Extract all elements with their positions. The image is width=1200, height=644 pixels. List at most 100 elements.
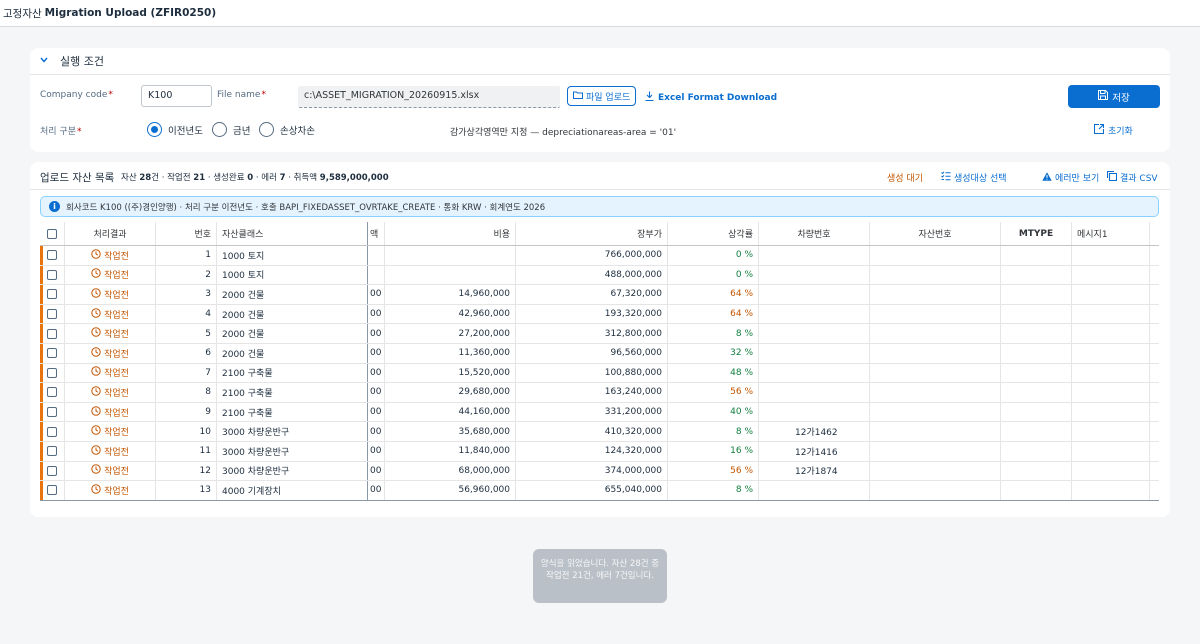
company-code-label: Company code* <box>40 90 113 100</box>
table-row[interactable]: 작업전 6 2000 건물 00 11,360,000 96,560,000 32 % <box>40 343 1159 364</box>
toast-message: 양식을 읽었습니다. 자산 28건 중 작업전 21건, 에러 7건입니다. <box>533 549 667 603</box>
folder-icon <box>573 91 583 102</box>
table-row[interactable]: 작업전 13 4000 기계장치 00 56,960,000 655,040,000 8 % <box>40 481 1159 501</box>
conditions-header[interactable]: 실행 조건 <box>30 48 1170 75</box>
col-msg[interactable]: 메시지1 <box>1072 222 1150 245</box>
cell-cost: 56,960,000 <box>385 481 516 500</box>
col-mtype[interactable]: MTYPE <box>1001 222 1072 245</box>
table-row[interactable]: 작업전 8 2100 구축물 00 29,680,000 163,240,000 56 % <box>40 383 1159 403</box>
table-row[interactable]: 작업전 4 2000 건물 00 42,960,000 193,320,000 64 % <box>40 304 1159 325</box>
table-body: 작업전 1 1000 토지 766,000,000 0 % 작업전 2 1000 토지 488,… <box>40 246 1159 501</box>
cell-book: 124,320,000 <box>516 441 668 461</box>
row-checkbox[interactable] <box>47 309 57 320</box>
cell-cost: 35,680,000 <box>385 422 516 441</box>
cell-cost: 68,000,000 <box>385 461 516 481</box>
cell-cost: 44,160,000 <box>385 402 516 422</box>
cell-asset-no <box>870 441 1001 461</box>
pending-creation-link[interactable]: 생성 대기 <box>887 171 923 184</box>
row-select-cell <box>40 363 65 383</box>
save-button[interactable]: 저장 <box>1068 85 1160 108</box>
radio-current-year[interactable]: 금년 <box>212 122 250 137</box>
table-row[interactable]: 작업전 9 2100 구축물 00 44,160,000 331,200,000 40 % <box>40 402 1159 423</box>
col-book[interactable]: 장부가 <box>516 222 668 245</box>
table-row[interactable]: 작업전 10 3000 차량운반구 00 35,680,000 410,320,000 8 … <box>40 422 1159 442</box>
table-row[interactable]: 작업전 5 2000 건물 00 27,200,000 312,800,000 8 % <box>40 324 1159 344</box>
cell-class: 2000 건물 <box>217 343 368 363</box>
cell-rate: 16 % <box>668 441 759 461</box>
cell-rate: 56 % <box>668 383 759 402</box>
row-checkbox[interactable] <box>47 328 57 339</box>
cell-msg <box>1072 343 1150 363</box>
select-targets-button[interactable]: 생성대상 선택 <box>941 171 1007 184</box>
row-checkbox[interactable] <box>47 465 57 476</box>
row-checkbox[interactable] <box>47 387 57 398</box>
table-row[interactable]: 작업전 3 2000 건물 00 14,960,000 67,320,000 64 % <box>40 285 1159 305</box>
cell-result: 작업전 <box>65 402 156 422</box>
row-checkbox[interactable] <box>47 269 57 280</box>
row-select-cell <box>40 441 65 461</box>
table-row[interactable]: 작업전 12 3000 차량운반구 00 68,000,000 374,000,000 56… <box>40 461 1159 482</box>
file-upload-label: 파일 업로드 <box>586 92 631 103</box>
depreciation-note: 감가상각영역만 지정 — depreciationareas-area = '0… <box>450 128 677 138</box>
row-checkbox[interactable] <box>47 426 57 437</box>
status-badge: 작업전 <box>91 464 129 477</box>
file-upload-button[interactable]: 파일 업로드 <box>567 86 637 106</box>
company-code-input[interactable]: K100 <box>141 85 212 107</box>
row-checkbox[interactable] <box>47 407 57 418</box>
clock-icon <box>91 288 101 301</box>
errors-only-button[interactable]: 에러만 보기 <box>1042 171 1099 184</box>
cell-vehicle <box>759 343 870 363</box>
col-acq[interactable]: 액 <box>368 222 385 245</box>
cell-book: 655,040,000 <box>516 481 668 500</box>
table-row[interactable]: 작업전 11 3000 차량운반구 00 11,840,000 124,320,000 16… <box>40 441 1159 462</box>
page-title: Migration Upload (ZFIR0250) <box>44 7 217 19</box>
clock-icon <box>91 386 101 399</box>
app-name: 고정자산 <box>3 7 42 20</box>
info-text: 회사코드 K100 ((주)경인양행) · 처리 구분 이전년도 · 호출 BA… <box>66 202 546 213</box>
col-result[interactable]: 처리결과 <box>65 222 156 245</box>
asset-table: 처리결과 번호 자산클래스 액 비용 장부가 상각률 차량번호 자산번호 MTY… <box>40 222 1159 501</box>
cell-class: 2000 건물 <box>217 304 368 324</box>
radio-previous-year[interactable]: 이전년도 <box>147 122 203 137</box>
row-checkbox[interactable] <box>47 485 57 496</box>
radio-icon <box>259 122 274 137</box>
table-row[interactable]: 작업전 1 1000 토지 766,000,000 0 % <box>40 246 1159 266</box>
row-checkbox[interactable] <box>47 289 57 300</box>
file-name-field[interactable]: c:\ASSET_MIGRATION_20260915.xlsx <box>298 86 560 108</box>
cell-book: 331,200,000 <box>516 402 668 422</box>
cell-no: 13 <box>156 481 217 500</box>
row-checkbox[interactable] <box>47 348 57 359</box>
radio-impairment[interactable]: 손상차손 <box>259 122 315 137</box>
col-vehicle[interactable]: 차량번호 <box>759 222 870 245</box>
row-checkbox[interactable] <box>47 367 57 378</box>
cell-asset-no <box>870 363 1001 383</box>
cell-result: 작업전 <box>65 441 156 461</box>
cell-acq <box>368 246 385 265</box>
chevron-down-icon[interactable] <box>40 56 54 66</box>
table-row[interactable]: 작업전 7 2100 구축물 00 15,520,000 100,880,000 48 % <box>40 363 1159 384</box>
reset-button[interactable]: 초기화 <box>1093 123 1133 137</box>
cell-acq: 00 <box>368 304 385 324</box>
cell-rate: 8 % <box>668 324 759 343</box>
excel-format-download-link[interactable]: Excel Format Download <box>645 91 777 104</box>
cell-cost: 14,960,000 <box>385 285 516 304</box>
col-class[interactable]: 자산클래스 <box>217 222 368 245</box>
cell-book: 67,320,000 <box>516 285 668 304</box>
table-row[interactable]: 작업전 2 1000 토지 488,000,000 0 % <box>40 265 1159 286</box>
cell-cost: 29,680,000 <box>385 383 516 402</box>
download-icon <box>645 91 654 104</box>
col-no[interactable]: 번호 <box>156 222 217 245</box>
cell-msg <box>1072 481 1150 500</box>
cell-cost: 27,200,000 <box>385 324 516 343</box>
status-badge: 작업전 <box>91 405 129 419</box>
clock-icon <box>91 366 101 379</box>
cell-asset-no <box>870 461 1001 481</box>
row-checkbox[interactable] <box>47 446 57 457</box>
col-rate[interactable]: 상각률 <box>668 222 759 245</box>
cell-rate: 64 % <box>668 304 759 324</box>
col-asset-no[interactable]: 자산번호 <box>870 222 1001 245</box>
result-csv-button[interactable]: 결과 CSV <box>1106 170 1158 184</box>
select-all-checkbox[interactable] <box>47 228 57 239</box>
col-cost[interactable]: 비용 <box>385 222 516 245</box>
row-checkbox[interactable] <box>47 250 57 261</box>
